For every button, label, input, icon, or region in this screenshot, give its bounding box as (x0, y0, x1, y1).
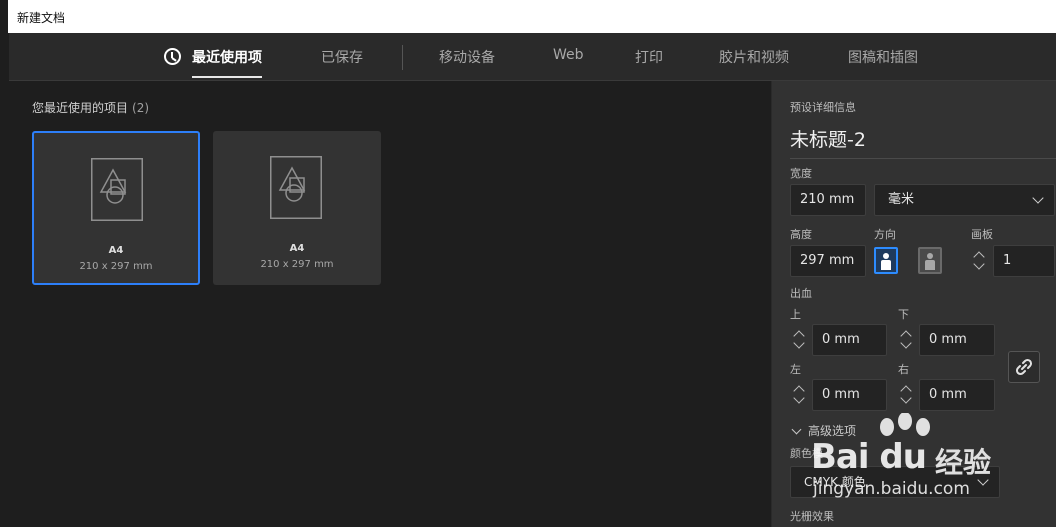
artboard-label: 画板 (971, 228, 993, 241)
link-icon (1015, 358, 1033, 376)
bleed-right-label: 右 (898, 363, 909, 376)
title-bar: 新建文档 (0, 0, 1056, 33)
recent-item-card[interactable]: A4 210 x 297 mm (213, 131, 381, 285)
bleed-top-label: 上 (790, 308, 801, 321)
tab-art-illustration[interactable]: 图稿和插图 (848, 47, 918, 67)
width-label: 宽度 (790, 167, 812, 180)
bleed-bottom-input[interactable]: 0 mm (919, 324, 995, 356)
recent-item-size: 210 x 297 mm (260, 259, 334, 270)
watermark-url: jingyan.baidu.com (813, 479, 970, 499)
bleed-bottom-label: 下 (898, 308, 909, 321)
watermark-brand: Bai du (811, 437, 927, 477)
baidu-watermark: Bai du 经验 jingyan.baidu.com (809, 413, 1009, 513)
bleed-label: 出血 (790, 287, 812, 300)
recent-item-card[interactable]: A4 210 x 297 mm (32, 131, 200, 285)
chevron-down-icon (791, 424, 802, 435)
tab-web[interactable]: Web (553, 47, 584, 63)
recent-items-heading: 您最近使用的项目 (2) (32, 101, 150, 115)
portrait-orientation-button[interactable] (874, 247, 898, 274)
tab-film-video[interactable]: 胶片和视频 (719, 47, 789, 67)
orientation-label: 方向 (874, 228, 896, 241)
document-shapes-icon (270, 156, 322, 219)
bleed-left-input[interactable]: 0 mm (812, 379, 887, 411)
width-input[interactable]: 210 mm (790, 184, 866, 216)
chevron-down-icon (793, 392, 805, 404)
preset-details-heading: 预设详细信息 (790, 101, 856, 114)
chevron-down-icon (1032, 192, 1044, 204)
bleed-left-stepper[interactable] (790, 379, 812, 411)
recent-items-count: (2) (132, 101, 150, 115)
chevron-down-icon (900, 392, 912, 404)
clock-icon (164, 48, 181, 65)
artboard-stepper[interactable] (970, 245, 992, 277)
person-icon (927, 253, 933, 259)
chevron-down-icon (973, 258, 985, 270)
recent-item-name: A4 (108, 245, 124, 256)
category-tabs: 最近使用项 已保存 移动设备 Web 打印 胶片和视频 图稿和插图 (9, 33, 1056, 81)
height-input[interactable]: 297 mm (790, 245, 866, 277)
unit-select[interactable]: 毫米 (874, 184, 1055, 216)
bleed-left-label: 左 (790, 363, 801, 376)
tab-print[interactable]: 打印 (635, 47, 663, 67)
tab-recent[interactable]: 最近使用项 (192, 47, 262, 78)
bleed-bottom-stepper[interactable] (897, 324, 919, 356)
bleed-top-input[interactable]: 0 mm (812, 324, 887, 356)
bleed-top-stepper[interactable] (790, 324, 812, 356)
chevron-down-icon (900, 337, 912, 349)
document-shapes-icon (91, 158, 143, 221)
tab-mobile[interactable]: 移动设备 (439, 47, 495, 67)
active-tab-indicator (192, 76, 262, 78)
window-title: 新建文档 (17, 11, 66, 25)
tab-divider (402, 45, 403, 70)
recent-item-name: A4 (289, 243, 305, 254)
link-bleed-button[interactable] (1008, 351, 1040, 383)
bleed-right-stepper[interactable] (897, 379, 919, 411)
landscape-orientation-button[interactable] (918, 247, 942, 274)
artboard-input[interactable]: 1 (993, 245, 1055, 277)
recent-item-size: 210 x 297 mm (79, 261, 153, 272)
document-name-field[interactable]: 未标题-2 (790, 125, 1056, 159)
chevron-down-icon (793, 337, 805, 349)
recent-items-panel: 您最近使用的项目 (2) A4 210 x 297 mm A4 210 x 297… (9, 81, 771, 527)
person-icon (883, 253, 889, 259)
tab-saved[interactable]: 已保存 (321, 47, 363, 67)
height-label: 高度 (790, 228, 812, 241)
bleed-right-input[interactable]: 0 mm (919, 379, 995, 411)
watermark-jingyan: 经验 (935, 446, 992, 479)
